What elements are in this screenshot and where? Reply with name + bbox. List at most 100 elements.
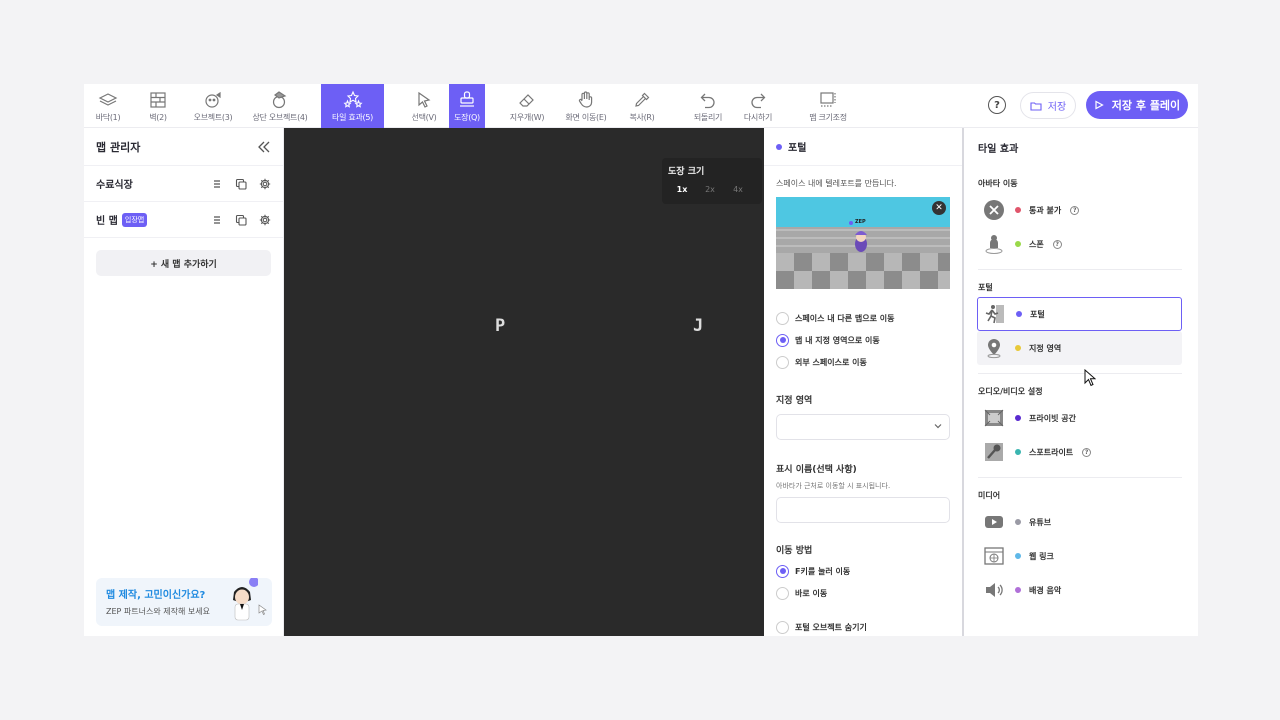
effect-youtube[interactable]: 유튜브 xyxy=(977,505,1182,539)
move-method-instant[interactable]: 바로 이동 xyxy=(764,582,962,604)
hide-portal-object-toggle[interactable]: 포털 오브젝트 숨기기 xyxy=(764,616,962,636)
dest-option-area-in-map[interactable]: 맵 내 지정 영역으로 이동 xyxy=(764,329,962,351)
map-row[interactable]: 빈 맵 입장맵 xyxy=(84,202,283,238)
stamp-size-1x[interactable]: 1x xyxy=(668,185,696,194)
effect-color-dot xyxy=(1015,519,1021,525)
portal-panel-title: 포털 xyxy=(788,143,807,154)
preview-nickname: ZEP xyxy=(855,219,866,225)
partners-promo-banner[interactable]: 맵 제작, 고민이신가요? ZEP 파트너스와 제작해 보세요 xyxy=(96,578,272,626)
portal-preview-image: ZEP ✕ xyxy=(776,197,950,289)
tool-eraser[interactable]: 지우개(W) xyxy=(504,84,550,128)
map-name: 수료식장 xyxy=(96,180,133,191)
divider xyxy=(978,477,1182,478)
gear-icon[interactable] xyxy=(259,214,271,226)
stamp-size-4x[interactable]: 4x xyxy=(724,185,752,194)
effect-spotlight[interactable]: 스포트라이트? xyxy=(977,435,1182,469)
duplicate-icon[interactable] xyxy=(235,178,247,190)
radio-icon[interactable] xyxy=(776,586,789,600)
effect-impassable[interactable]: 통과 불가? xyxy=(977,193,1182,227)
stamp-size-popover: 도장 크기 1x 2x 4x xyxy=(662,158,762,204)
tool-tile-effect[interactable]: 타일 효과(5) xyxy=(321,84,384,128)
undo-button[interactable]: 되돌리기 xyxy=(688,84,728,128)
radio-icon[interactable] xyxy=(776,333,789,347)
help-icon: ? xyxy=(994,99,1000,111)
add-map-button[interactable]: + 새 맵 추가하기 xyxy=(96,250,271,276)
help-icon[interactable]: ? xyxy=(1082,447,1092,457)
help-icon[interactable]: ? xyxy=(1070,205,1080,215)
portal-description: 스페이스 내에 텔레포트를 만듭니다. xyxy=(776,179,897,188)
effect-portal[interactable]: 포털 xyxy=(977,297,1182,331)
gear-icon[interactable] xyxy=(259,178,271,190)
menu-icon[interactable] xyxy=(211,178,223,190)
dest-option-external-space[interactable]: 외부 스페이스로 이동 xyxy=(764,351,962,373)
stamp-icon xyxy=(460,90,474,107)
effect-spawn[interactable]: 스폰? xyxy=(977,227,1182,261)
display-name-label: 표시 이름(선택 사항) xyxy=(776,465,857,475)
redo-button[interactable]: 다시하기 xyxy=(738,84,778,128)
tool-stamp[interactable]: 도장(Q) xyxy=(449,84,485,128)
map-canvas[interactable]: P J 도장 크기 1x 2x 4x xyxy=(284,128,764,636)
group-avatar-movement: 아바타 이동 xyxy=(978,179,1018,188)
character-illustration xyxy=(233,578,258,621)
duplicate-icon[interactable] xyxy=(235,214,247,226)
check-circle-icon[interactable] xyxy=(776,620,789,634)
effect-designated-area[interactable]: 지정 영역 xyxy=(977,331,1182,365)
group-media: 미디어 xyxy=(978,491,1001,500)
divider xyxy=(978,269,1182,270)
stamp-size-2x[interactable]: 2x xyxy=(696,185,724,194)
web-link-icon xyxy=(984,547,1004,565)
map-row[interactable]: 수료식장 xyxy=(84,166,283,202)
undo-icon xyxy=(700,93,715,108)
toolbar: 바닥(1) 벽(2) 오브젝트(3) 상단 오브젝트(4) 타일 효과(5) 선… xyxy=(84,84,1198,128)
group-portal: 포털 xyxy=(978,283,993,292)
effect-web-link[interactable]: 웹 링크 xyxy=(977,539,1182,573)
effect-color-dot xyxy=(1015,415,1021,421)
effect-private-space[interactable]: 프라이빗 공간 xyxy=(977,401,1182,435)
tool-floor[interactable]: 바닥(1) xyxy=(84,84,132,128)
microphone-icon xyxy=(985,443,1003,461)
tool-object[interactable]: 오브젝트(3) xyxy=(188,84,238,128)
map-manager-title: 맵 관리자 xyxy=(96,140,141,154)
save-and-play-button[interactable]: 저장 후 플레이 xyxy=(1086,91,1188,119)
move-method-fkey[interactable]: F키를 눌러 이동 xyxy=(764,560,962,582)
display-name-input[interactable] xyxy=(776,497,950,523)
portal-tile-marker[interactable]: P xyxy=(495,316,505,336)
radio-icon[interactable] xyxy=(776,311,789,325)
radio-icon[interactable] xyxy=(776,355,789,369)
close-preview-button[interactable]: ✕ xyxy=(932,201,946,215)
collapse-icon[interactable] xyxy=(257,141,271,153)
tool-select[interactable]: 선택(V) xyxy=(404,84,444,128)
divider xyxy=(978,373,1182,374)
effect-color-dot xyxy=(1015,449,1021,455)
map-editor: 바닥(1) 벽(2) 오브젝트(3) 상단 오브젝트(4) 타일 효과(5) 선… xyxy=(84,84,1198,636)
effect-color-dot xyxy=(1015,587,1021,593)
tool-wall[interactable]: 벽(2) xyxy=(136,84,180,128)
tool-pan[interactable]: 화면 이동(E) xyxy=(562,84,610,128)
redo-icon xyxy=(751,93,766,108)
floor-icon xyxy=(98,92,118,106)
effect-background-music[interactable]: 배경 음악 xyxy=(977,573,1182,607)
map-manager-panel: 맵 관리자 수료식장 빈 맵 입장맵 + 새 맵 추가하기 맵 제작, 고민이신… xyxy=(84,128,284,636)
resize-map-button[interactable]: 맵 크기조정 xyxy=(804,84,852,128)
save-button[interactable]: 저장 xyxy=(1020,92,1076,119)
area-label: 지정 영역 xyxy=(776,396,813,406)
mouse-cursor-icon xyxy=(1084,369,1096,387)
wall-icon xyxy=(150,91,166,108)
area-select[interactable] xyxy=(776,414,950,440)
menu-icon[interactable] xyxy=(211,214,223,226)
dest-option-other-map[interactable]: 스페이스 내 다른 맵으로 이동 xyxy=(764,307,962,329)
folder-icon xyxy=(1030,101,1042,111)
effect-color-dot xyxy=(1015,207,1021,213)
move-method-label: 이동 방법 xyxy=(776,546,813,556)
help-icon[interactable]: ? xyxy=(1052,239,1062,249)
entry-map-badge: 입장맵 xyxy=(121,212,148,227)
eraser-icon xyxy=(519,93,534,107)
tool-copy[interactable]: 복사(R) xyxy=(622,84,662,128)
effect-color-dot xyxy=(1015,553,1021,559)
resize-icon xyxy=(820,91,836,107)
help-button[interactable]: ? xyxy=(988,96,1006,114)
area-tile-marker[interactable]: J xyxy=(693,316,703,336)
tool-top-object[interactable]: 상단 오브젝트(4) xyxy=(248,84,312,128)
radio-icon[interactable] xyxy=(776,564,789,578)
portal-color-dot xyxy=(776,143,782,150)
